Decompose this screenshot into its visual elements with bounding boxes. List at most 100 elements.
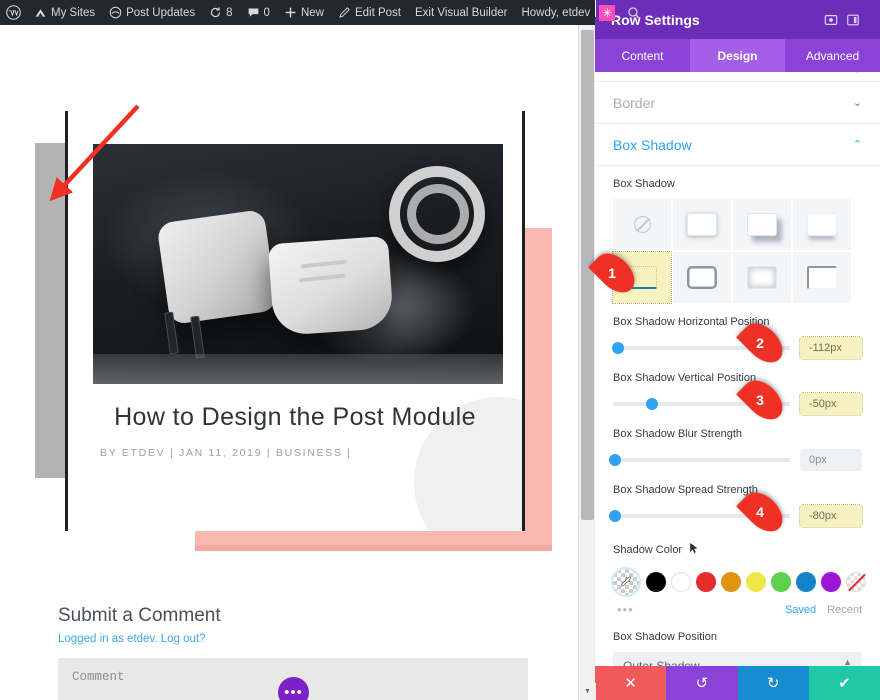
pencil-icon (338, 6, 351, 19)
preset-offset-bottom-right[interactable] (733, 199, 791, 250)
shadow-preview-icon (747, 266, 777, 289)
swatch-transparent[interactable] (846, 572, 866, 592)
slider-vertical-position: Box Shadow Vertical Position -50px (595, 359, 880, 416)
redo-button[interactable]: ↻ (737, 666, 809, 700)
scrollbar-down-arrow-icon[interactable]: ▼ (579, 683, 596, 700)
toggle-box-shadow-label: Box Shadow (613, 136, 692, 153)
close-button[interactable]: ✕ (595, 666, 667, 700)
preset-soft-all-sides[interactable] (673, 199, 731, 250)
admin-bar-label-my-sites: My Sites (51, 6, 96, 19)
slider-horizontal-position-value[interactable]: -112px (799, 336, 863, 360)
undo-button[interactable]: ↺ (666, 666, 738, 700)
admin-bar-label-post-updates: Post Updates (126, 6, 196, 19)
admin-bar-item-exit-visual-builder[interactable]: Exit Visual Builder (408, 0, 514, 25)
admin-bar-label-exit-visual-builder: Exit Visual Builder (415, 6, 508, 19)
preset-bottom-only[interactable] (793, 199, 851, 250)
preset-inner-glow[interactable] (733, 252, 791, 303)
slider-spread-strength: Box Shadow Spread Strength -80px (595, 471, 880, 528)
pink-bottom-rule (195, 545, 552, 551)
featured-image (93, 144, 503, 384)
toggle-border[interactable]: Border ⌄ (595, 82, 880, 124)
swatch-green[interactable] (771, 572, 791, 592)
cursor-arrow-icon (689, 541, 700, 559)
callout-badge-2: 2 (736, 316, 790, 370)
earbuds-case-shape (267, 235, 395, 337)
charger-prong-shape (190, 315, 205, 359)
box-shadow-position-value: Outer Shadow (623, 659, 700, 666)
admin-bar-howdy-label: Howdy, etdev (521, 6, 591, 19)
swatch-yellow[interactable] (746, 572, 766, 592)
box-shadow-field-label: Box Shadow (613, 178, 675, 190)
swatch-white[interactable] (671, 572, 691, 592)
slider-horizontal-position: Box Shadow Horizontal Position -112px (595, 303, 880, 360)
admin-bar-item-comments[interactable]: 0 (240, 0, 277, 25)
post-title: How to Design the Post Module (114, 403, 476, 431)
admin-bar-item-edit-post[interactable]: Edit Post (331, 0, 408, 25)
callout-number: 4 (756, 504, 764, 520)
slider-vertical-position-knob[interactable] (645, 398, 658, 410)
comment-login-link[interactable]: Logged in as etdev. Log out? (58, 633, 533, 645)
swatch-black[interactable] (646, 572, 666, 592)
slider-spread-strength-label: Box Shadow Spread Strength (613, 484, 758, 496)
admin-bar-item-post-updates[interactable]: Post Updates (102, 0, 202, 25)
admin-bar-item-new[interactable]: New (277, 0, 331, 25)
swatch-orange[interactable] (721, 572, 741, 592)
plus-icon (284, 6, 297, 19)
admin-bar-item-updates[interactable]: 8 (202, 0, 239, 25)
chevron-down-icon: ⌄ (852, 97, 862, 109)
post-meta: BY ETDEV | JAN 11, 2019 | BUSINESS | (100, 447, 352, 459)
box-shadow-position-field: Box Shadow Position Outer Shadow ▲▼ (595, 617, 880, 666)
more-colors-button[interactable]: ••• (613, 602, 785, 617)
slider-spread-strength-value[interactable]: -80px (799, 504, 863, 528)
chevron-up-icon: ⌃ (852, 139, 862, 151)
wordpress-logo-icon (6, 5, 21, 20)
box-shadow-preset-grid (612, 199, 862, 304)
toggle-box-shadow[interactable]: Box Shadow ⌃ (595, 124, 880, 166)
tab-content[interactable]: Content (595, 39, 690, 72)
preset-top-left-corner[interactable] (793, 252, 851, 303)
table-edge-shape (93, 354, 503, 384)
save-button[interactable]: ✔ (808, 666, 880, 700)
search-icon (627, 6, 641, 20)
box-shadow-position-select[interactable]: Outer Shadow ▲▼ (613, 652, 862, 666)
charger-shape (156, 208, 278, 326)
toggle-border-label: Border (613, 94, 656, 111)
target-icon[interactable] (820, 9, 842, 31)
slider-blur-strength-value[interactable]: 0px (800, 449, 862, 471)
shadow-preview-icon (687, 266, 717, 289)
layout-columns-icon[interactable] (842, 9, 864, 31)
admin-bar-label-comments: 0 (263, 6, 270, 19)
slider-vertical-position-label: Box Shadow Vertical Position (613, 372, 757, 384)
preset-inset-outline[interactable] (673, 252, 731, 303)
slider-blur-strength-knob[interactable] (608, 454, 621, 466)
box-shadow-position-label: Box Shadow Position (613, 631, 717, 643)
swatch-red[interactable] (696, 572, 716, 592)
tab-design[interactable]: Design (690, 39, 785, 72)
post-updates-icon (109, 6, 122, 19)
preview-scrollbar[interactable]: ▲ ▼ (578, 0, 596, 700)
admin-bar-item-wordpress[interactable] (0, 0, 27, 25)
my-sites-icon (34, 6, 47, 19)
swatch-blue[interactable] (796, 572, 816, 592)
slider-vertical-position-value[interactable]: -50px (799, 392, 863, 416)
slider-blur-strength-track[interactable] (608, 454, 790, 466)
callout-badge-1: 1 (588, 246, 642, 300)
slider-horizontal-position-knob[interactable] (612, 342, 625, 354)
avatar: ✳ (599, 4, 616, 21)
saved-colors-tab[interactable]: Saved (785, 604, 816, 616)
preset-none[interactable] (613, 199, 671, 250)
admin-bar-item-search[interactable] (619, 0, 649, 25)
eyedropper-icon[interactable] (613, 569, 639, 595)
tab-advanced[interactable]: Advanced (785, 39, 880, 72)
visual-builder-fab-button[interactable]: ••• (278, 677, 309, 700)
shadow-preview-icon (747, 213, 777, 236)
admin-bar-item-account[interactable]: Howdy, etdev ✳ (514, 0, 619, 25)
admin-bar-item-my-sites[interactable]: My Sites (27, 0, 102, 25)
slider-spread-strength-knob[interactable] (608, 510, 621, 522)
slider-blur-strength-label: Box Shadow Blur Strength (613, 428, 743, 440)
previous-toggle-cutoff[interactable]: ⌄ (595, 72, 880, 82)
recent-colors-tab[interactable]: Recent (827, 604, 862, 616)
callout-number: 2 (756, 335, 764, 351)
previous-toggle-label (613, 72, 617, 77)
swatch-purple[interactable] (821, 572, 841, 592)
